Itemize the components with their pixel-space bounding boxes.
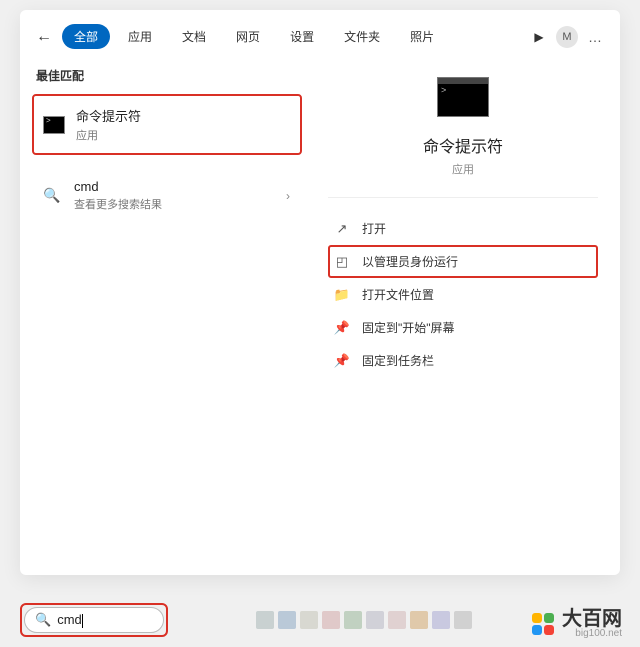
results-body: 最佳匹配 命令提示符 应用 🔍 cmd 查看更多搜索结果 › (32, 59, 608, 554)
detail-app-icon (437, 77, 489, 117)
action-open[interactable]: ↗ 打开 (328, 212, 598, 245)
play-icon[interactable]: ▶ (528, 26, 550, 48)
more-options-button[interactable]: … (584, 29, 608, 45)
result-subtitle: 应用 (76, 127, 292, 143)
action-run-as-admin[interactable]: ◰ 以管理员身份运行 (328, 245, 598, 278)
taskbar-app-icons (256, 611, 472, 629)
taskbar-icon[interactable] (256, 611, 274, 629)
search-input-value[interactable]: cmd (57, 612, 153, 628)
action-pin-start[interactable]: 📌 固定到"开始"屏幕 (328, 311, 598, 344)
taskbar-icon[interactable] (388, 611, 406, 629)
taskbar-icon[interactable] (278, 611, 296, 629)
tab-web[interactable]: 网页 (224, 24, 272, 49)
taskbar-search-box[interactable]: 🔍 cmd (24, 607, 164, 633)
taskbar-icon[interactable] (300, 611, 318, 629)
taskbar-icon[interactable] (454, 611, 472, 629)
result-subtitle: 查看更多搜索结果 (74, 196, 282, 212)
search-icon: 🔍 (40, 186, 64, 206)
taskbar-icon[interactable] (344, 611, 362, 629)
action-label: 打开 (362, 220, 386, 237)
tab-docs[interactable]: 文档 (170, 24, 218, 49)
watermark-brand: 大百网 big100.net (530, 609, 622, 639)
result-title: 命令提示符 (76, 106, 292, 125)
search-icon: 🔍 (35, 612, 51, 628)
action-open-file-location[interactable]: 📁 打开文件位置 (328, 278, 598, 311)
result-cmd-more[interactable]: 🔍 cmd 查看更多搜索结果 › (32, 169, 302, 222)
tab-folders[interactable]: 文件夹 (332, 24, 392, 49)
detail-header: 命令提示符 应用 (328, 67, 598, 198)
action-label: 以管理员身份运行 (362, 253, 458, 270)
action-label: 固定到任务栏 (362, 352, 434, 369)
brand-name: 大百网 (562, 609, 622, 629)
tab-apps[interactable]: 应用 (116, 24, 164, 49)
tab-settings[interactable]: 设置 (278, 24, 326, 49)
result-detail-pane: 命令提示符 应用 ↗ 打开 ◰ 以管理员身份运行 📁 打开文件位置 📌 (318, 59, 608, 554)
back-button[interactable]: ← (32, 28, 56, 46)
shield-icon: ◰ (334, 254, 350, 270)
brand-domain: big100.net (562, 629, 622, 639)
tab-photos[interactable]: 照片 (398, 24, 446, 49)
taskbar-icon[interactable] (432, 611, 450, 629)
actions-list: ↗ 打开 ◰ 以管理员身份运行 📁 打开文件位置 📌 固定到"开始"屏幕 📌 (318, 198, 608, 391)
detail-subtitle: 应用 (452, 161, 474, 177)
result-title: cmd (74, 179, 282, 194)
action-label: 固定到"开始"屏幕 (362, 319, 455, 336)
pin-icon: 📌 (334, 353, 350, 369)
action-label: 打开文件位置 (362, 286, 434, 303)
results-list: 最佳匹配 命令提示符 应用 🔍 cmd 查看更多搜索结果 › (32, 59, 302, 554)
chevron-right-icon: › (282, 189, 294, 203)
search-results-panel: ← 全部 应用 文档 网页 设置 文件夹 照片 ▶ M … 最佳匹配 命令提示符… (20, 10, 620, 575)
taskbar-icon[interactable] (366, 611, 384, 629)
cmd-app-icon (42, 115, 66, 135)
user-avatar[interactable]: M (556, 26, 578, 48)
best-match-label: 最佳匹配 (32, 59, 302, 94)
pin-icon: 📌 (334, 320, 350, 336)
tab-all[interactable]: 全部 (62, 24, 110, 49)
detail-title: 命令提示符 (423, 133, 503, 157)
result-command-prompt[interactable]: 命令提示符 应用 (32, 94, 302, 155)
taskbar-icon[interactable] (322, 611, 340, 629)
open-icon: ↗ (334, 221, 350, 237)
taskbar-icon[interactable] (410, 611, 428, 629)
action-pin-taskbar[interactable]: 📌 固定到任务栏 (328, 344, 598, 377)
brand-logo-icon (530, 611, 556, 637)
search-box-highlight: 🔍 cmd (20, 603, 168, 637)
folder-icon: 📁 (334, 287, 350, 303)
filter-tabs-bar: ← 全部 应用 文档 网页 设置 文件夹 照片 ▶ M … (32, 20, 608, 59)
